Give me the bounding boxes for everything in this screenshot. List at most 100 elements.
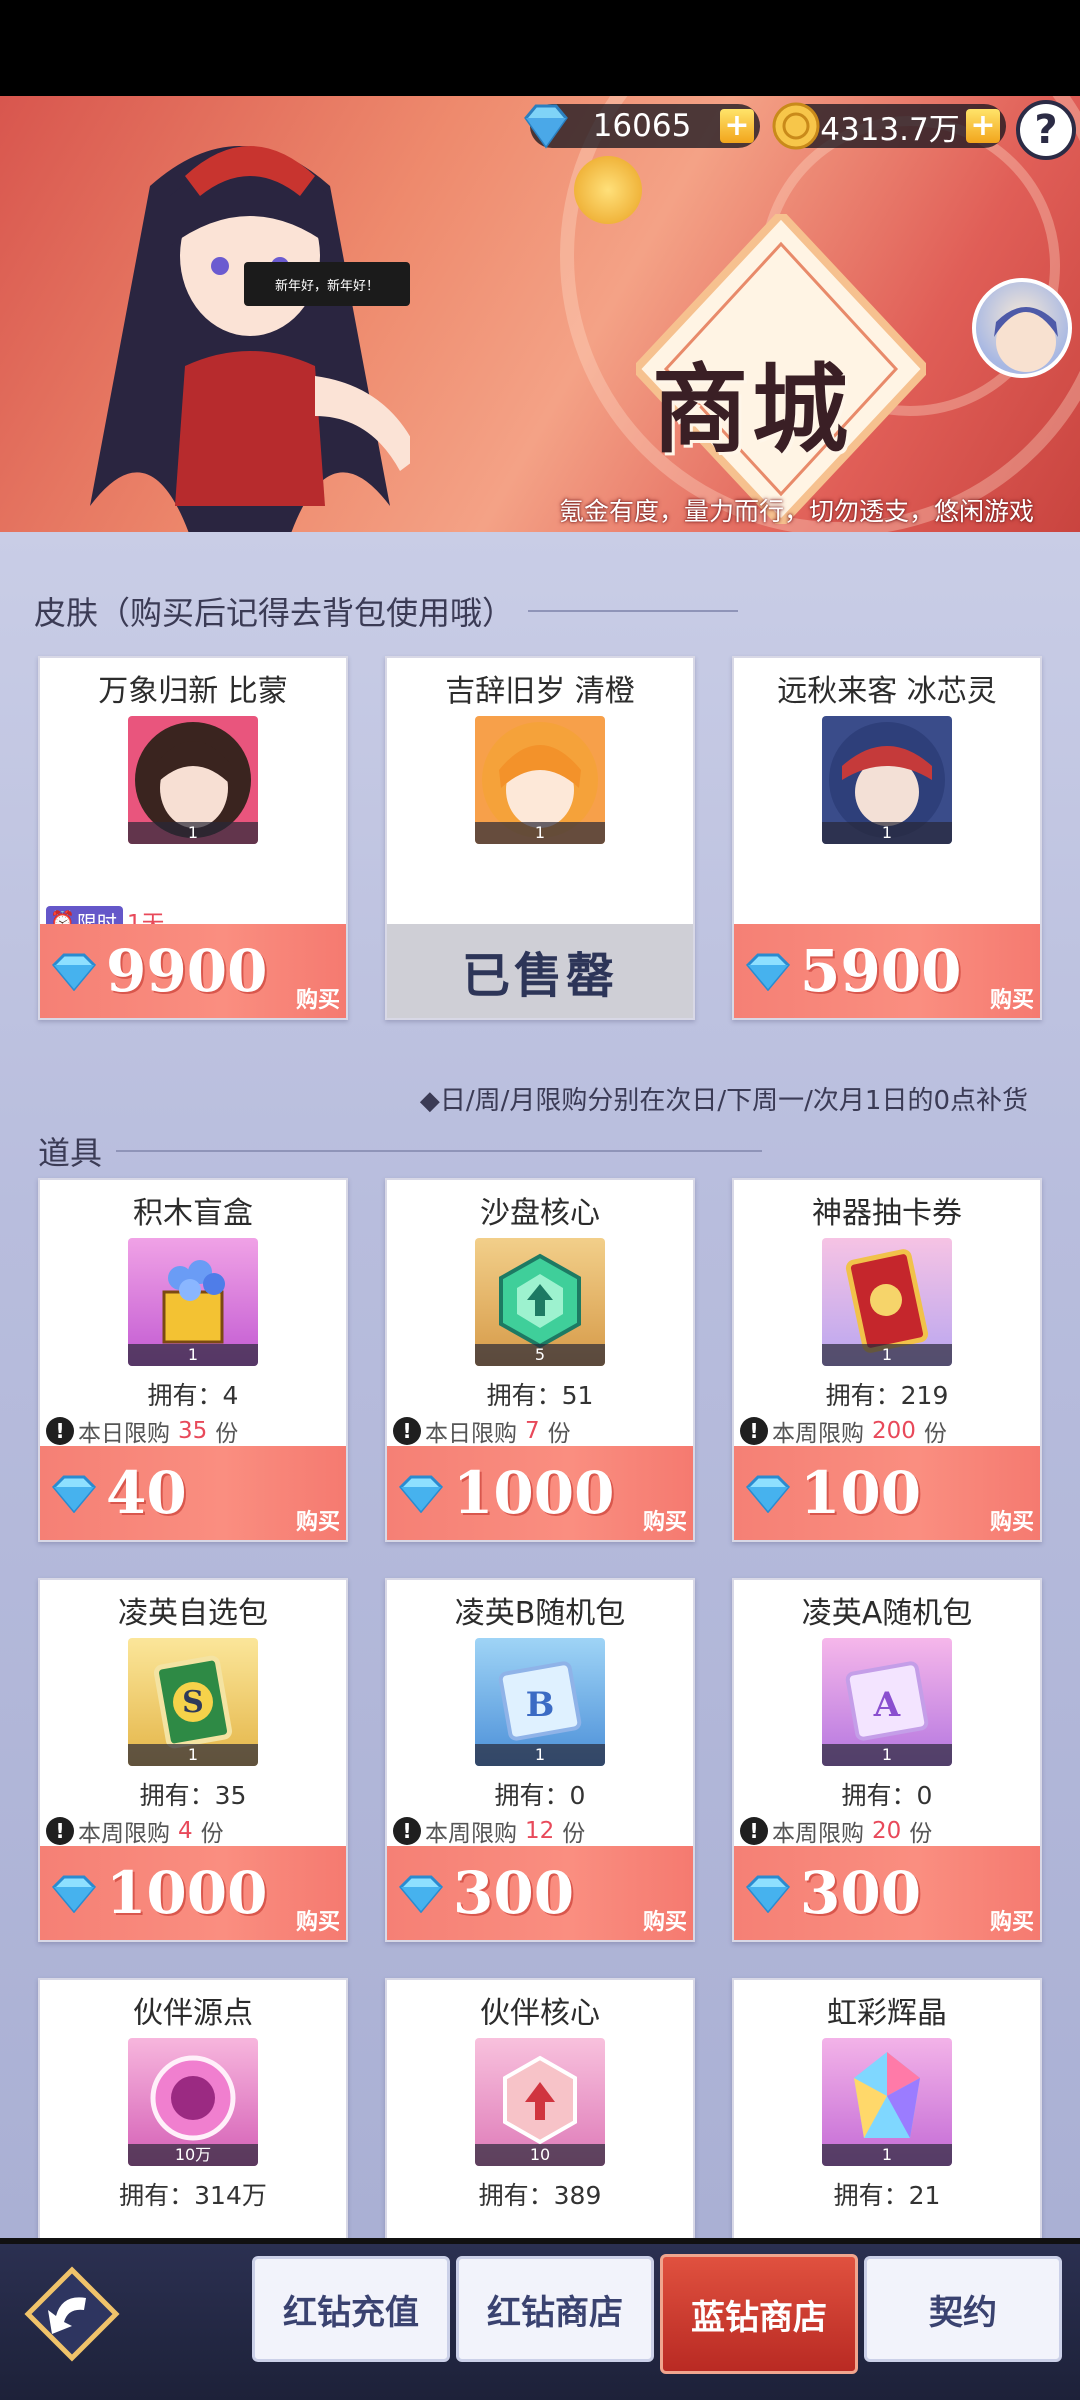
buy-label: 购买 [989,988,1034,1013]
purchase-limit: ! 本周限购 12 份 [393,1814,585,1848]
item-quantity: 1 [128,1744,258,1766]
skin-card[interactable]: 万象归新 比蒙 1 ⏰ 限时 1天 9900 购买 [38,656,348,1020]
gold-coin-icon [772,102,820,150]
props-section-label: 道具 [38,1134,103,1172]
diamond-balance: 16065 + [524,104,760,149]
tab-red-diamond-recharge[interactable]: 红钻充值 [252,2256,450,2362]
limit-unit: 份 [215,1421,239,1447]
purchase-limit: ! 本周限购 20 份 [740,1814,932,1848]
sold-out-label: 已售罄 [387,924,693,1018]
limit-type: 本周限购 [772,1421,864,1447]
slogan-text: 氪金有度，量力而行，切勿透支，悠闲游戏 [558,497,1034,526]
prop-card[interactable]: 凌英A随机包 A 1 拥有：0 ! 本周限购 20 份 300 购买 [732,1578,1042,1942]
prop-card[interactable]: 积木盲盒 1 拥有：4 ! 本日限购 35 份 40 购买 [38,1178,348,1542]
limit-number: 12 [525,1818,555,1844]
warning-icon: ! [393,1817,421,1845]
item-name: 虹彩辉晶 [827,1996,947,2031]
avatar[interactable] [972,278,1072,378]
item-name: 伙伴源点 [133,1996,253,2031]
buy-label: 购买 [642,1510,687,1535]
price: 100 [800,1459,922,1527]
owned-count: 拥有：51 [486,1381,594,1410]
prop-card[interactable]: 伙伴核心 10 拥有：389 [385,1978,695,2238]
add-gold-button[interactable]: + [966,109,1000,143]
shop-content[interactable]: 皮肤（购买后记得去背包使用哦） 万象归新 比蒙 1 ⏰ 限时 1天 9 [0,532,1080,2238]
owned-count: 拥有：219 [825,1381,949,1410]
buy-button[interactable]: 300 购买 [387,1846,693,1940]
blue-diamond-icon [398,1475,444,1513]
item-icon-box: 1 [822,1238,952,1366]
add-diamond-button[interactable]: + [720,109,754,143]
item-quantity: 1 [822,1744,952,1766]
prop-card[interactable]: 虹彩辉晶 1 拥有：21 [732,1978,1042,2238]
prop-card[interactable]: 神器抽卡券 1 拥有：219 ! 本周限购 200 份 100 购买 [732,1178,1042,1542]
blue-diamond-icon [745,1875,791,1913]
buy-button[interactable]: 9900 购买 [40,924,346,1018]
item-icon-box: 5 [475,1238,605,1366]
status-bar [0,0,1080,96]
prop-card[interactable]: 凌英B随机包 B 1 拥有：0 ! 本周限购 12 份 300 购买 [385,1578,695,1942]
item-icon-box: 1 [128,1238,258,1366]
blue-diamond-icon [745,1475,791,1513]
item-quantity: 1 [822,1344,952,1366]
buy-label: 购买 [295,1910,340,1935]
item-quantity: 1 [822,822,952,844]
help-button[interactable]: ? [1016,100,1076,160]
item-name: 凌英B随机包 [454,1596,626,1631]
skin-card[interactable]: 远秋来客 冰芯灵 1 5900 购买 [732,656,1042,1020]
buy-button[interactable]: 300 购买 [734,1846,1040,1940]
warning-icon: ! [46,1817,74,1845]
restock-note: ◆日/周/月限购分别在次日/下周一/次月1日的0点补货 [419,1086,1028,1116]
buy-label: 购买 [295,988,340,1013]
warning-icon: ! [393,1417,421,1445]
warning-icon: ! [740,1817,768,1845]
limit-number: 200 [872,1418,916,1444]
limit-number: 35 [178,1418,208,1444]
owned-count: 拥有：4 [147,1381,239,1410]
buy-label: 购买 [989,1510,1034,1535]
blue-diamond-icon [398,1875,444,1913]
skin-portrait: 1 [822,716,952,844]
tab-red-diamond-shop[interactable]: 红钻商店 [456,2256,654,2362]
item-name: 沙盘核心 [480,1196,600,1231]
tab-blue-diamond-shop[interactable]: 蓝钻商店 [660,2254,858,2374]
svg-text:A: A [873,1685,901,1725]
limit-type: 本周限购 [425,1821,517,1847]
buy-button[interactable]: 1000 购买 [387,1446,693,1540]
limit-type: 本周限购 [772,1821,864,1847]
prop-card[interactable]: 凌英自选包 S 1 拥有：35 ! 本周限购 4 份 1000 购买 [38,1578,348,1942]
back-arrow-icon[interactable] [22,2264,122,2364]
warning-icon: ! [46,1417,74,1445]
prop-card[interactable]: 伙伴源点 10万 拥有：314万 [38,1978,348,2238]
limit-type: 本日限购 [425,1421,517,1447]
diamond-icon [524,104,568,149]
item-icon-box: 10万 [128,2038,258,2166]
skins-section-label: 皮肤（购买后记得去背包使用哦） [34,594,515,632]
item-name: 远秋来客 冰芯灵 [777,674,997,709]
limit-number: 4 [178,1818,193,1844]
buy-button[interactable]: 1000 购买 [40,1846,346,1940]
buy-button[interactable]: 40 购买 [40,1446,346,1540]
buy-label: 购买 [295,1510,340,1535]
owned-count: 拥有：314万 [119,2181,267,2210]
skins-section-title: 皮肤（购买后记得去背包使用哦） [34,588,739,634]
tab-contract[interactable]: 契约 [864,2256,1062,2362]
price: 5900 [800,937,962,1005]
owned-count: 拥有：35 [139,1781,247,1810]
item-quantity: 1 [475,822,605,844]
skin-card[interactable]: 吉辞旧岁 清橙 1 已售罄 [385,656,695,1020]
limit-unit: 份 [547,1421,571,1447]
bottom-nav: 红钻充值 红钻商店 蓝钻商店 契约 [0,2238,1080,2400]
item-quantity: 1 [128,822,258,844]
buy-button[interactable]: 100 购买 [734,1446,1040,1540]
prop-card[interactable]: 沙盘核心 5 拥有：51 ! 本日限购 7 份 1000 购买 [385,1178,695,1542]
item-quantity: 10 [475,2144,605,2166]
owned-count: 拥有：21 [833,2181,941,2210]
blue-diamond-icon [51,1475,97,1513]
purchase-limit: ! 本日限购 35 份 [46,1414,238,1448]
buy-button[interactable]: 5900 购买 [734,924,1040,1018]
item-name: 吉辞旧岁 清橙 [445,674,635,709]
item-name: 神器抽卡券 [812,1196,962,1231]
section-divider [528,610,739,612]
section-divider [116,1150,763,1152]
